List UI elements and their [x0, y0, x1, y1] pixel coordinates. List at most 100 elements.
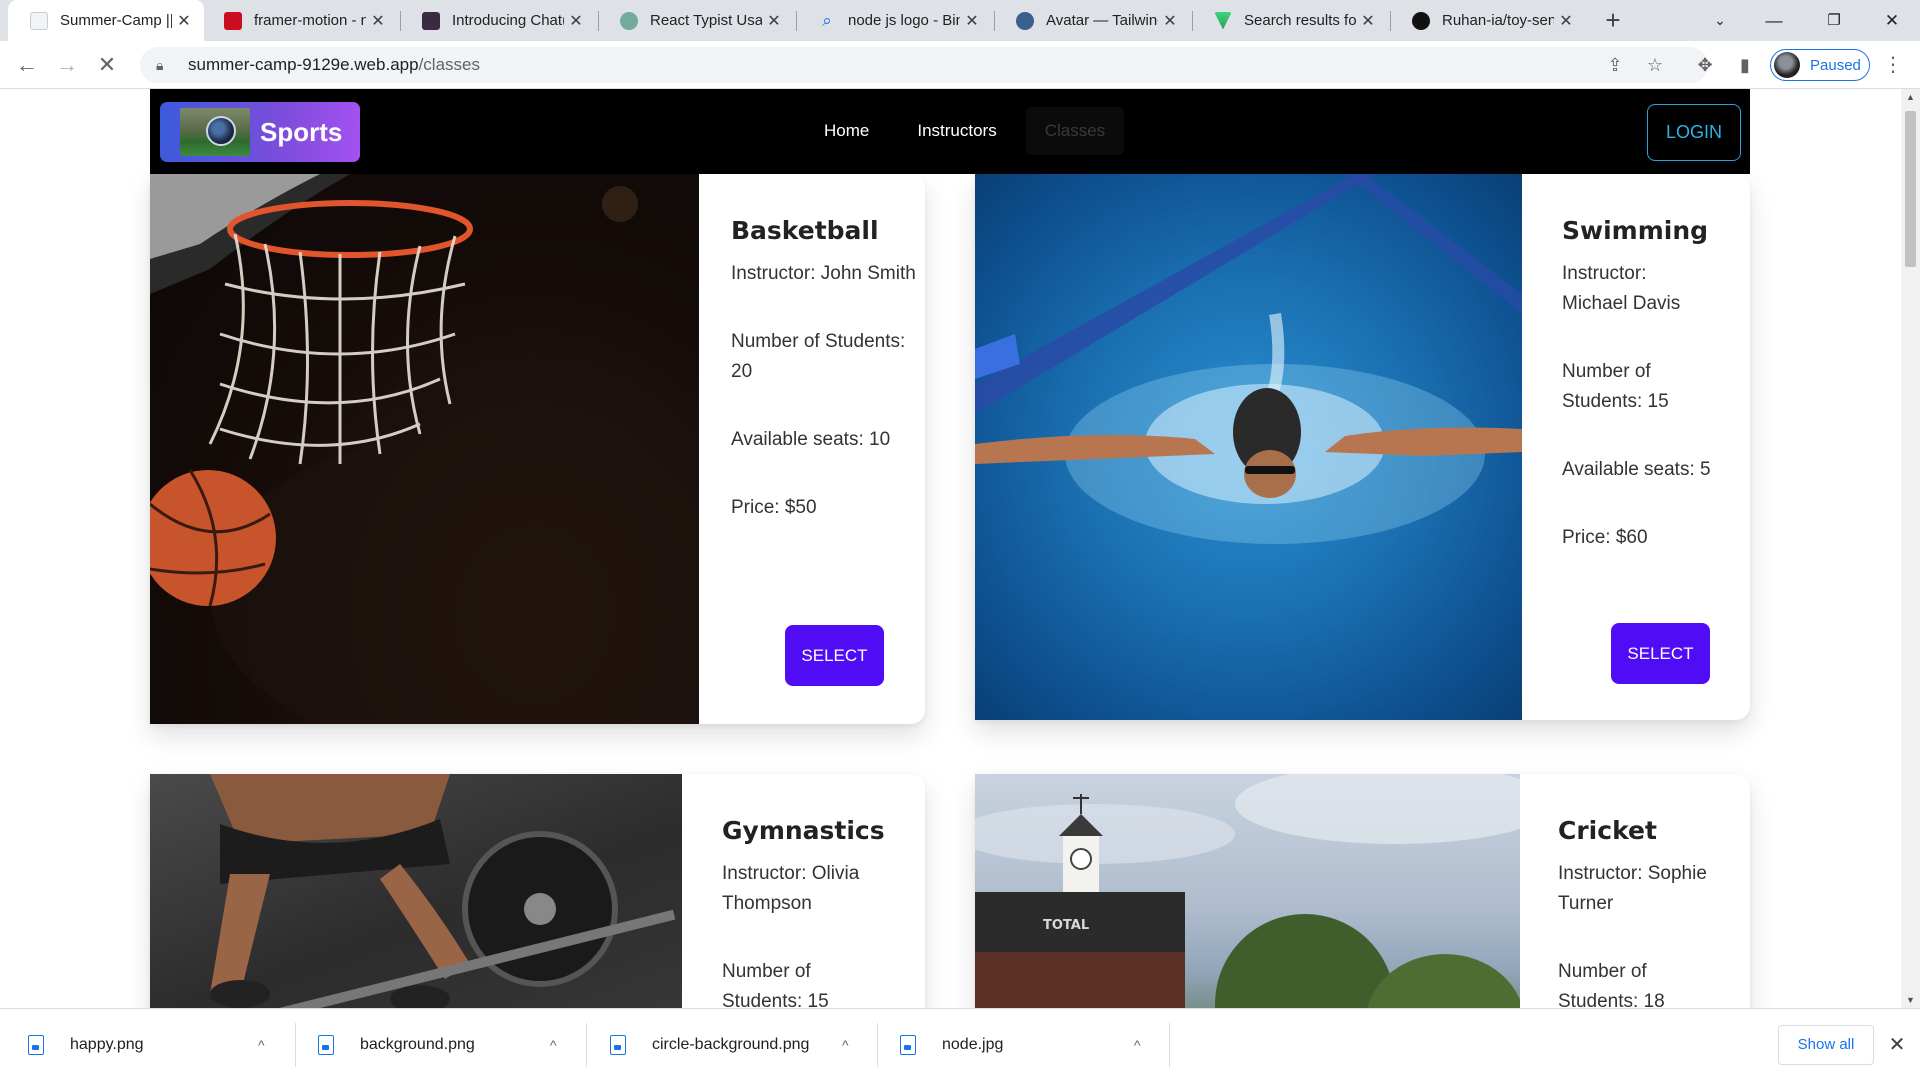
cricket-pavilion-illustration: TOTAL [975, 774, 1555, 1008]
class-instructor: Instructor: Sophie Turner [1558, 863, 1707, 914]
avatar [1774, 52, 1800, 78]
npm-favicon-icon [224, 11, 242, 30]
tab-framer-motion[interactable]: framer-motion - n ✕ [202, 0, 398, 41]
class-card-body: Cricket Instructor: Sophie Turner Number… [1520, 774, 1750, 1008]
tab-avatar-tailwind[interactable]: Avatar — Tailwinc ✕ [994, 0, 1190, 41]
extensions-puzzle-icon[interactable]: ✥ [1692, 52, 1718, 78]
chatgpt-favicon-icon [620, 11, 638, 30]
tab-label: Introducing Chat( [452, 12, 564, 29]
class-title: Cricket [1558, 816, 1657, 845]
browser-toolbar: ← → ✕ 🔒︎ summer-camp-9129e.web.app/class… [0, 41, 1920, 89]
gymnastics-image [150, 774, 682, 1008]
close-icon[interactable]: ✕ [172, 11, 196, 31]
close-icon[interactable]: ✕ [1356, 11, 1380, 31]
back-arrow-icon[interactable]: ← [10, 48, 44, 82]
class-title: Basketball [731, 216, 879, 245]
share-icon[interactable]: ⇪ [1602, 52, 1628, 78]
close-icon[interactable]: ✕ [1158, 11, 1182, 31]
stop-loading-icon[interactable]: ✕ [90, 48, 124, 82]
minimize-icon[interactable]: — [1746, 0, 1802, 41]
download-filename: circle-background.png [652, 1036, 810, 1053]
scroll-down-arrow-icon[interactable]: ▼ [1901, 992, 1920, 1008]
select-button[interactable]: SELECT [785, 625, 884, 686]
class-title: Swimming [1562, 216, 1709, 245]
tab-label: Ruhan-ia/toy-sen [1442, 12, 1554, 29]
scrollbar-thumb[interactable] [1905, 111, 1916, 267]
class-students: Number of Students: 20 [731, 331, 906, 382]
url-path: /classes [418, 55, 480, 74]
select-button[interactable]: SELECT [1611, 623, 1710, 684]
tab-node-js-logo[interactable]: ⌕ node js logo - Bin ✕ [796, 0, 992, 41]
download-item[interactable]: background.png ^ [290, 1009, 584, 1081]
cricket-image: TOTAL [975, 774, 1555, 1008]
download-item[interactable]: circle-background.png ^ [582, 1009, 876, 1081]
browser-menu-icon[interactable]: ⋮ [1880, 52, 1906, 78]
image-file-icon [28, 1035, 44, 1055]
nav-links: Home Instructors Classes [805, 107, 1125, 155]
scroll-up-arrow-icon[interactable]: ▲ [1901, 89, 1920, 105]
class-card-body: Basketball Instructor: John Smith Number… [699, 174, 925, 724]
url-host: summer-camp-9129e.web.app [188, 55, 419, 74]
tab-react-typist[interactable]: React Typist Usag ✕ [598, 0, 794, 41]
window-close-icon[interactable]: ✕ [1864, 0, 1920, 41]
tab-label: Avatar — Tailwinc [1046, 12, 1158, 29]
close-icon[interactable]: ✕ [1554, 11, 1578, 31]
site-logo[interactable]: Sports [160, 102, 360, 162]
nav-instructors[interactable]: Instructors [898, 107, 1015, 155]
close-icon[interactable]: ✕ [960, 11, 984, 31]
chevron-up-icon[interactable]: ^ [1134, 1037, 1141, 1053]
search-icon: ⌕ [822, 10, 832, 30]
profile-button[interactable]: Paused [1770, 49, 1870, 81]
class-card-gymnastics: Gymnastics Instructor: Olivia Thompson N… [150, 774, 925, 1008]
class-title: Gymnastics [722, 816, 885, 845]
chevron-up-icon[interactable]: ^ [550, 1037, 557, 1053]
page-viewport: Sports Home Instructors Classes LOGIN Ba… [0, 89, 1901, 1008]
tab-introducing-chat[interactable]: Introducing Chat( ✕ [400, 0, 596, 41]
tab-summer-camp[interactable]: Summer-Camp || ✕ [8, 0, 204, 41]
chevron-up-icon[interactable]: ^ [258, 1037, 265, 1053]
side-panel-icon[interactable]: ▮ [1732, 52, 1758, 78]
github-favicon-icon [1412, 11, 1430, 30]
image-file-icon [900, 1035, 916, 1055]
tab-label: Summer-Camp || [60, 12, 172, 29]
openai-favicon-icon [422, 11, 440, 30]
close-icon[interactable]: ✕ [762, 11, 786, 31]
class-card-body: Swimming Instructor: Michael Davis Numbe… [1522, 174, 1750, 720]
new-tab-plus-icon[interactable]: + [1598, 5, 1628, 35]
profile-status-label: Paused [1810, 56, 1861, 74]
downloads-bar: happy.png ^ background.png ^ circle-back… [0, 1008, 1920, 1080]
tab-github-repo[interactable]: Ruhan-ia/toy-sen ✕ [1390, 0, 1586, 41]
logo-ball-image [180, 108, 250, 156]
class-card-cricket: TOTAL Cricket Instructor: Sophie Turner … [975, 774, 1750, 1008]
close-icon[interactable]: ✕ [366, 11, 390, 31]
nav-home[interactable]: Home [805, 107, 888, 155]
nav-classes[interactable]: Classes [1025, 107, 1125, 155]
download-separator [1169, 1023, 1170, 1067]
image-file-icon [318, 1035, 334, 1055]
page-scrollbar[interactable]: ▲ ▼ [1901, 89, 1920, 1008]
download-item[interactable]: node.jpg ^ [872, 1009, 1166, 1081]
close-downloads-icon[interactable]: ✕ [1885, 1033, 1909, 1057]
basketball-hoop-illustration [150, 174, 730, 724]
class-instructor: Instructor: Michael Davis [1562, 263, 1681, 314]
class-card-swimming: Swimming Instructor: Michael Davis Numbe… [975, 174, 1750, 720]
image-file-icon [610, 1035, 626, 1055]
address-bar[interactable]: 🔒︎ summer-camp-9129e.web.app/classes [140, 47, 1708, 83]
tab-search-results[interactable]: Search results for ✕ [1192, 0, 1388, 41]
restore-icon[interactable]: ❐ [1806, 0, 1862, 41]
tab-search-chevron-icon[interactable]: ⌄ [1692, 0, 1748, 41]
download-filename: background.png [360, 1036, 475, 1053]
forward-arrow-icon[interactable]: → [50, 48, 84, 82]
site-navbar: Sports Home Instructors Classes LOGIN [150, 89, 1750, 174]
login-button[interactable]: LOGIN [1647, 104, 1741, 161]
class-students: Number of Students: 15 [1562, 361, 1669, 412]
close-icon[interactable]: ✕ [564, 11, 588, 31]
chevron-up-icon[interactable]: ^ [842, 1037, 849, 1053]
bookmark-star-icon[interactable]: ☆ [1642, 52, 1668, 78]
vue-favicon-icon [1214, 11, 1232, 30]
show-all-button[interactable]: Show all [1778, 1025, 1874, 1065]
swimming-image [975, 174, 1522, 720]
lock-icon: 🔒︎ [156, 56, 164, 73]
download-item[interactable]: happy.png ^ [0, 1009, 294, 1081]
download-filename: happy.png [70, 1036, 144, 1053]
